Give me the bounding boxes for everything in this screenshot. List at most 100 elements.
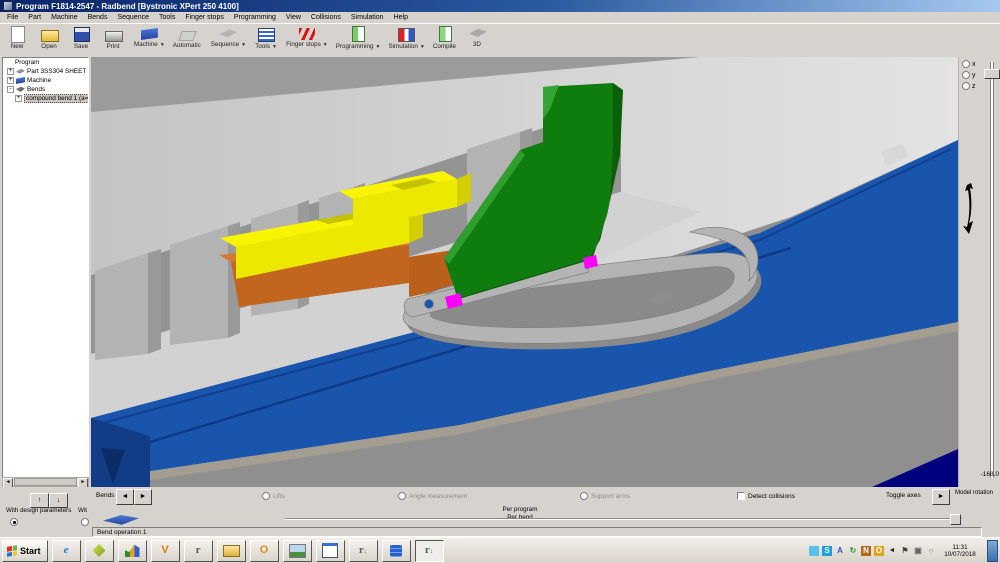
part-icon xyxy=(16,68,25,75)
start-button[interactable]: Start xyxy=(2,540,48,562)
toggle-axes-button[interactable]: ► xyxy=(932,489,950,505)
axis-option[interactable]: z xyxy=(962,82,1000,90)
toolbar-button[interactable]: Tools▼ xyxy=(250,25,282,51)
menu-item[interactable]: Simulation xyxy=(346,12,389,23)
dropdown-arrow-icon: ▼ xyxy=(420,44,425,50)
radbend[interactable]: r xyxy=(349,540,378,562)
toolbar-button[interactable]: Finger stops▼ xyxy=(282,25,332,49)
radbend-active[interactable]: r xyxy=(415,540,444,562)
move-up-button[interactable]: ↑ xyxy=(30,493,49,508)
menu-item[interactable]: Part xyxy=(23,12,46,23)
flag[interactable]: ⚑ xyxy=(900,546,910,556)
app-blue[interactable] xyxy=(809,546,819,556)
menu-item[interactable]: Tools xyxy=(154,12,180,23)
move-down-button[interactable]: ↓ xyxy=(49,493,68,508)
toolbar-button[interactable]: New xyxy=(2,25,34,51)
vero[interactable]: V xyxy=(151,540,180,562)
onenote[interactable]: N xyxy=(861,546,871,556)
tree-expander[interactable]: + xyxy=(7,68,14,75)
menu-item[interactable]: Bends xyxy=(83,12,113,23)
database[interactable] xyxy=(382,540,411,562)
sync[interactable]: ↻ xyxy=(848,546,858,556)
toolbar-button[interactable]: Simulation▼ xyxy=(384,25,428,51)
simulation-trackbar[interactable] xyxy=(285,518,962,520)
without-parameters-radio[interactable] xyxy=(81,518,89,526)
outlook[interactable]: O xyxy=(250,540,279,562)
menu-item[interactable]: Help xyxy=(389,12,413,23)
taskbar: Start e V r xyxy=(0,537,1000,563)
pictures[interactable] xyxy=(283,540,312,562)
skype[interactable]: S xyxy=(822,546,832,556)
menu-item[interactable]: Collisions xyxy=(306,12,346,23)
tree-item[interactable]: + Machine xyxy=(3,76,88,85)
open-icon xyxy=(41,30,59,42)
with-design-parameters-radio[interactable] xyxy=(10,518,18,526)
detect-collisions-option[interactable]: Detect collisions xyxy=(737,492,795,500)
axis-option[interactable]: x xyxy=(962,60,1000,68)
menu-item[interactable]: Programming xyxy=(229,12,281,23)
lifts-option[interactable]: Lifts xyxy=(262,492,285,500)
menu-item[interactable]: File xyxy=(2,12,23,23)
rotation-slider-track[interactable] xyxy=(990,62,994,478)
toolbar: New Open Save Print Machine▼ Automatic S… xyxy=(0,24,1000,59)
tree-horizontal-scrollbar[interactable]: ◄ ► xyxy=(2,477,89,487)
rotation-slider-thumb[interactable] xyxy=(984,69,1000,79)
folder[interactable] xyxy=(217,540,246,562)
tree-expander[interactable]: + xyxy=(7,77,14,84)
toolbar-button[interactable]: Open xyxy=(34,25,66,51)
menu-item[interactable]: Finger stops xyxy=(180,12,229,23)
window[interactable] xyxy=(316,540,345,562)
next-bend-button[interactable]: ► xyxy=(134,489,152,505)
toolbar-button[interactable]: Print xyxy=(98,25,130,51)
scrollbar-thumb[interactable] xyxy=(14,478,77,486)
network[interactable]: ▣ xyxy=(913,546,923,556)
status[interactable]: ○ xyxy=(926,546,936,556)
menu-item[interactable]: Machine xyxy=(46,12,82,23)
angle-measurement-radio[interactable] xyxy=(398,492,406,500)
radan[interactable]: r xyxy=(184,540,213,562)
outlook-tray[interactable]: O xyxy=(874,546,884,556)
toolbar-button[interactable]: Save xyxy=(66,25,98,51)
internet-explorer[interactable]: e xyxy=(52,540,81,562)
toolbar-button[interactable]: 3D xyxy=(462,25,494,49)
machine-icon xyxy=(141,28,158,40)
detect-collisions-checkbox[interactable] xyxy=(737,492,745,500)
toolbar-button[interactable]: Programming▼ xyxy=(332,25,385,51)
menu-item[interactable]: Sequence xyxy=(112,12,154,23)
toolbar-button[interactable]: Machine▼ xyxy=(130,25,169,49)
tree-item[interactable]: + compound bend 1 (a=90 xyxy=(3,94,88,103)
shell[interactable] xyxy=(85,540,114,562)
support-arms-radio[interactable] xyxy=(580,492,588,500)
show-desktop-button[interactable] xyxy=(987,540,998,562)
chart[interactable] xyxy=(118,540,147,562)
agent[interactable]: A xyxy=(835,546,845,556)
dropdown-arrow-icon: ▼ xyxy=(272,44,277,50)
program-tree: Program + Part 3SS304 SHEET TO + Machine… xyxy=(2,57,89,481)
save-icon xyxy=(74,27,90,42)
tree-item[interactable]: - Bends xyxy=(3,85,88,94)
volume[interactable]: ◄ xyxy=(887,546,897,556)
tree-item[interactable]: + Part 3SS304 SHEET TO xyxy=(3,67,88,76)
toolbar-button[interactable]: Automatic xyxy=(169,25,207,50)
simulation-trackbar-thumb[interactable] xyxy=(950,514,961,525)
axis-radio[interactable] xyxy=(962,71,970,79)
toolbar-button[interactable]: Compile xyxy=(429,25,462,51)
tree-expander[interactable]: - xyxy=(7,86,14,93)
axis-radio[interactable] xyxy=(962,82,970,90)
angle-measurement-option[interactable]: Angle measurement xyxy=(398,492,467,500)
taskbar-clock[interactable]: 11:31 10/07/2018 xyxy=(939,544,981,558)
tree-expander[interactable]: + xyxy=(15,95,22,102)
menu-item[interactable]: View xyxy=(281,12,306,23)
tree-panel: Program + Part 3SS304 SHEET TO + Machine… xyxy=(0,57,91,487)
support-arms-option[interactable]: Support arms xyxy=(580,492,630,500)
with-design-parameters-label: With design parameters xyxy=(6,507,71,514)
dropdown-arrow-icon: ▼ xyxy=(323,42,328,48)
lifts-radio[interactable] xyxy=(262,492,270,500)
tree-item[interactable]: Program xyxy=(3,58,88,67)
axis-radio[interactable] xyxy=(962,60,970,68)
previous-bend-button[interactable]: ◄ xyxy=(116,489,134,505)
3d-viewport[interactable] xyxy=(91,57,958,487)
dropdown-arrow-icon: ▼ xyxy=(160,42,165,48)
toolbar-button[interactable]: Sequence▼ xyxy=(207,25,250,49)
sequence-icon xyxy=(219,26,237,40)
